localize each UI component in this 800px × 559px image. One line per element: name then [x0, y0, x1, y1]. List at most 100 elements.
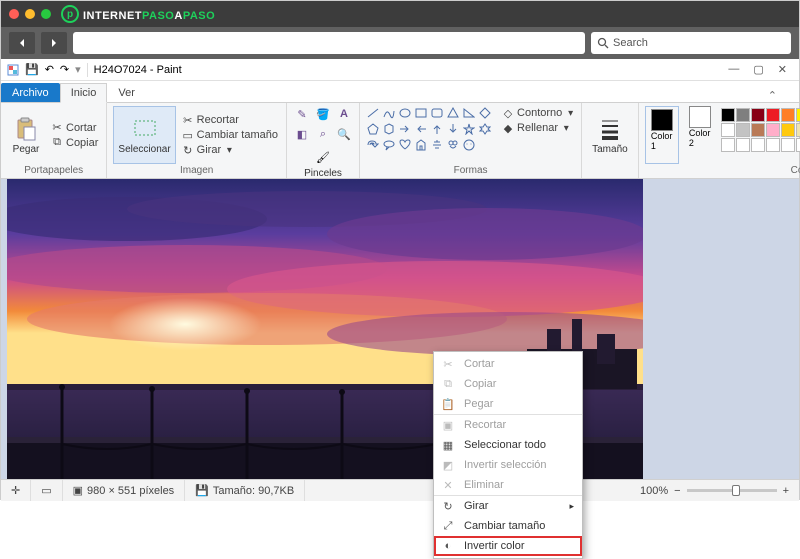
ctx-resize[interactable]: ⤢Cambiar tamaño: [434, 516, 582, 536]
palette-swatch[interactable]: [796, 123, 800, 137]
traffic-max[interactable]: [41, 9, 51, 19]
ctx-invert-color[interactable]: ◐Invertir color: [434, 536, 582, 556]
dims-cell: ▣ 980 × 551 píxeles: [63, 480, 186, 501]
palette-swatch[interactable]: [721, 108, 735, 122]
paste-icon: [13, 116, 39, 142]
tab-view[interactable]: Ver: [107, 83, 146, 102]
traffic-min[interactable]: [25, 9, 35, 19]
back-button[interactable]: [9, 32, 35, 54]
crop-icon: ▣: [440, 418, 456, 432]
eraser-tool[interactable]: ◧: [293, 126, 311, 142]
group-shapes: ◇Contorno ▾ ◆Rellenar ▾ Formas: [360, 103, 582, 178]
text-tool[interactable]: A: [335, 106, 353, 122]
copy-button[interactable]: ⧉Copiar: [49, 136, 100, 150]
palette-swatch[interactable]: [796, 108, 800, 122]
status-bar: ✛ ▭ ▣980 × 551 píxeles 💾Tamaño: 90,7KB 1…: [1, 479, 799, 501]
shapes-gallery[interactable]: [366, 106, 492, 164]
pencil-tool[interactable]: ✎: [293, 106, 311, 122]
brushes-label: Pinceles: [304, 168, 342, 179]
palette-swatch[interactable]: [766, 108, 780, 122]
cut-button[interactable]: ✂Cortar: [49, 121, 100, 135]
palette-swatch[interactable]: [736, 138, 750, 152]
resize-button[interactable]: ▭Cambiar tamaño: [180, 128, 280, 142]
select-icon: [132, 116, 158, 142]
qat-redo-icon[interactable]: ↷: [60, 63, 69, 76]
search-box[interactable]: Search: [591, 32, 791, 54]
palette-swatch[interactable]: [781, 138, 795, 152]
qat-save-icon[interactable]: 💾: [25, 63, 39, 76]
outline-button[interactable]: ◇Contorno ▾: [500, 106, 575, 120]
zoom-tool[interactable]: 🔍: [335, 126, 353, 142]
zoom-slider[interactable]: [687, 489, 777, 492]
paste-button[interactable]: Pegar: [7, 106, 45, 164]
logo-text-c: A: [174, 10, 182, 22]
color-palette[interactable]: [721, 108, 800, 164]
disk-icon: 💾: [195, 484, 209, 497]
search-icon: [597, 37, 609, 49]
palette-swatch[interactable]: [766, 123, 780, 137]
win-max-icon[interactable]: ▢: [753, 63, 763, 76]
palette-swatch[interactable]: [721, 123, 735, 137]
palette-swatch[interactable]: [766, 138, 780, 152]
copy-icon: ⧉: [440, 377, 456, 391]
palette-swatch[interactable]: [721, 138, 735, 152]
zoom-in-icon[interactable]: +: [783, 485, 789, 497]
picker-tool[interactable]: ⌕: [314, 126, 332, 142]
ctx-crop: ▣Recortar: [434, 414, 582, 435]
rotate-icon: ↻: [440, 499, 456, 513]
dims-text: 980 × 551 píxeles: [87, 485, 174, 497]
ribbon: Pegar ✂Cortar ⧉Copiar Portapapeles Selec…: [1, 103, 799, 179]
forward-button[interactable]: [41, 32, 67, 54]
color1-label: Color 1: [651, 131, 673, 151]
palette-swatch[interactable]: [781, 108, 795, 122]
window-title: H24O7024 - Paint: [94, 64, 182, 76]
logo-text-a: INTERNET: [83, 10, 142, 22]
ctx-copy: ⧉Copiar: [434, 374, 582, 394]
select-button[interactable]: Seleccionar: [113, 106, 175, 164]
dims-icon: ▣: [73, 484, 83, 497]
crop-button[interactable]: ✂Recortar: [180, 113, 280, 127]
color2-button[interactable]: Color 2: [683, 106, 717, 164]
zoom-out-icon[interactable]: −: [674, 485, 680, 497]
tab-home[interactable]: Inicio: [60, 83, 108, 103]
filesize-cell: 💾 Tamaño: 90,7KB: [185, 480, 305, 501]
palette-swatch[interactable]: [751, 138, 765, 152]
palette-swatch[interactable]: [751, 108, 765, 122]
copy-icon: ⧉: [51, 137, 63, 149]
ctx-select-all[interactable]: ▦Seleccionar todo: [434, 435, 582, 455]
qat-undo-icon[interactable]: ↶: [45, 63, 54, 76]
paint-app-icon: [7, 64, 19, 76]
win-min-icon[interactable]: —: [728, 63, 739, 76]
ribbon-collapse-icon[interactable]: ⌃: [768, 89, 799, 102]
group-colors-label: Colores: [645, 165, 800, 176]
cut-icon: ✂: [440, 357, 456, 371]
group-shapes-label: Formas: [366, 165, 575, 176]
color1-button[interactable]: Color 1: [645, 106, 679, 164]
win-close-icon[interactable]: ✕: [778, 63, 787, 76]
resize-icon: ⤢: [440, 519, 456, 533]
ctx-invert-sel: ◩Invertir selección: [434, 455, 582, 475]
group-tools: ✎ 🪣 A ◧ ⌕ 🔍 🖌 Pinceles Herramientas: [287, 103, 360, 178]
traffic-close[interactable]: [9, 9, 19, 19]
ctx-cut: ✂Cortar: [434, 354, 582, 374]
filesize-text: Tamaño: 90,7KB: [213, 485, 294, 497]
url-bar[interactable]: [73, 32, 585, 54]
zoom-control[interactable]: 100% − +: [630, 485, 799, 497]
ctx-delete: ✕Eliminar: [434, 475, 582, 495]
palette-swatch[interactable]: [736, 123, 750, 137]
brushes-button[interactable]: 🖌 Pinceles: [293, 146, 353, 181]
palette-swatch[interactable]: [736, 108, 750, 122]
paint-app: 💾 ↶ ↷ ▾ H24O7024 - Paint — ▢ ✕ Archivo I…: [1, 59, 799, 501]
palette-swatch[interactable]: [781, 123, 795, 137]
palette-swatch[interactable]: [796, 138, 800, 152]
palette-swatch[interactable]: [751, 123, 765, 137]
fill-button[interactable]: ◆Rellenar ▾: [500, 121, 575, 135]
ctx-rotate[interactable]: ↻Girar▸: [434, 495, 582, 516]
logo-text-b: PASO: [142, 10, 174, 22]
size-button[interactable]: Tamaño: [588, 106, 632, 164]
outline-icon: ◇: [502, 107, 514, 119]
cursor-icon: ✛: [11, 484, 20, 497]
fill-tool[interactable]: 🪣: [314, 106, 332, 122]
rotate-button[interactable]: ↻Girar ▾: [180, 143, 280, 157]
tab-file[interactable]: Archivo: [1, 83, 60, 102]
